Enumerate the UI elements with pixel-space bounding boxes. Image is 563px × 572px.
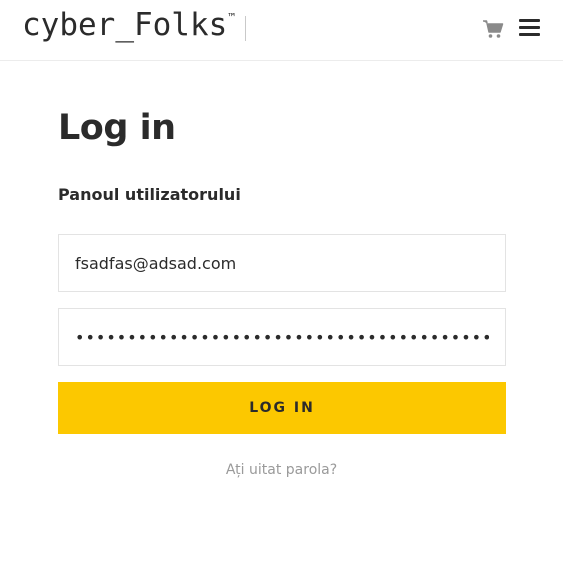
hamburger-menu-icon[interactable] <box>519 17 541 39</box>
email-field[interactable] <box>58 234 506 292</box>
site-header: cyber_Folks™ <box>0 0 563 61</box>
login-button[interactable]: LOG IN <box>58 382 506 434</box>
logo-trademark: ™ <box>228 11 235 24</box>
page-title: Log in <box>58 108 176 148</box>
logo-text: cyber_Folks <box>22 7 228 43</box>
password-field[interactable] <box>58 308 506 366</box>
logo-divider <box>245 16 246 41</box>
forgot-password-link[interactable]: Ați uitat parola? <box>0 462 563 478</box>
shopping-cart-icon[interactable] <box>482 19 504 39</box>
page-subtitle: Panoul utilizatorului <box>58 185 241 204</box>
site-logo[interactable]: cyber_Folks™ <box>22 7 235 43</box>
